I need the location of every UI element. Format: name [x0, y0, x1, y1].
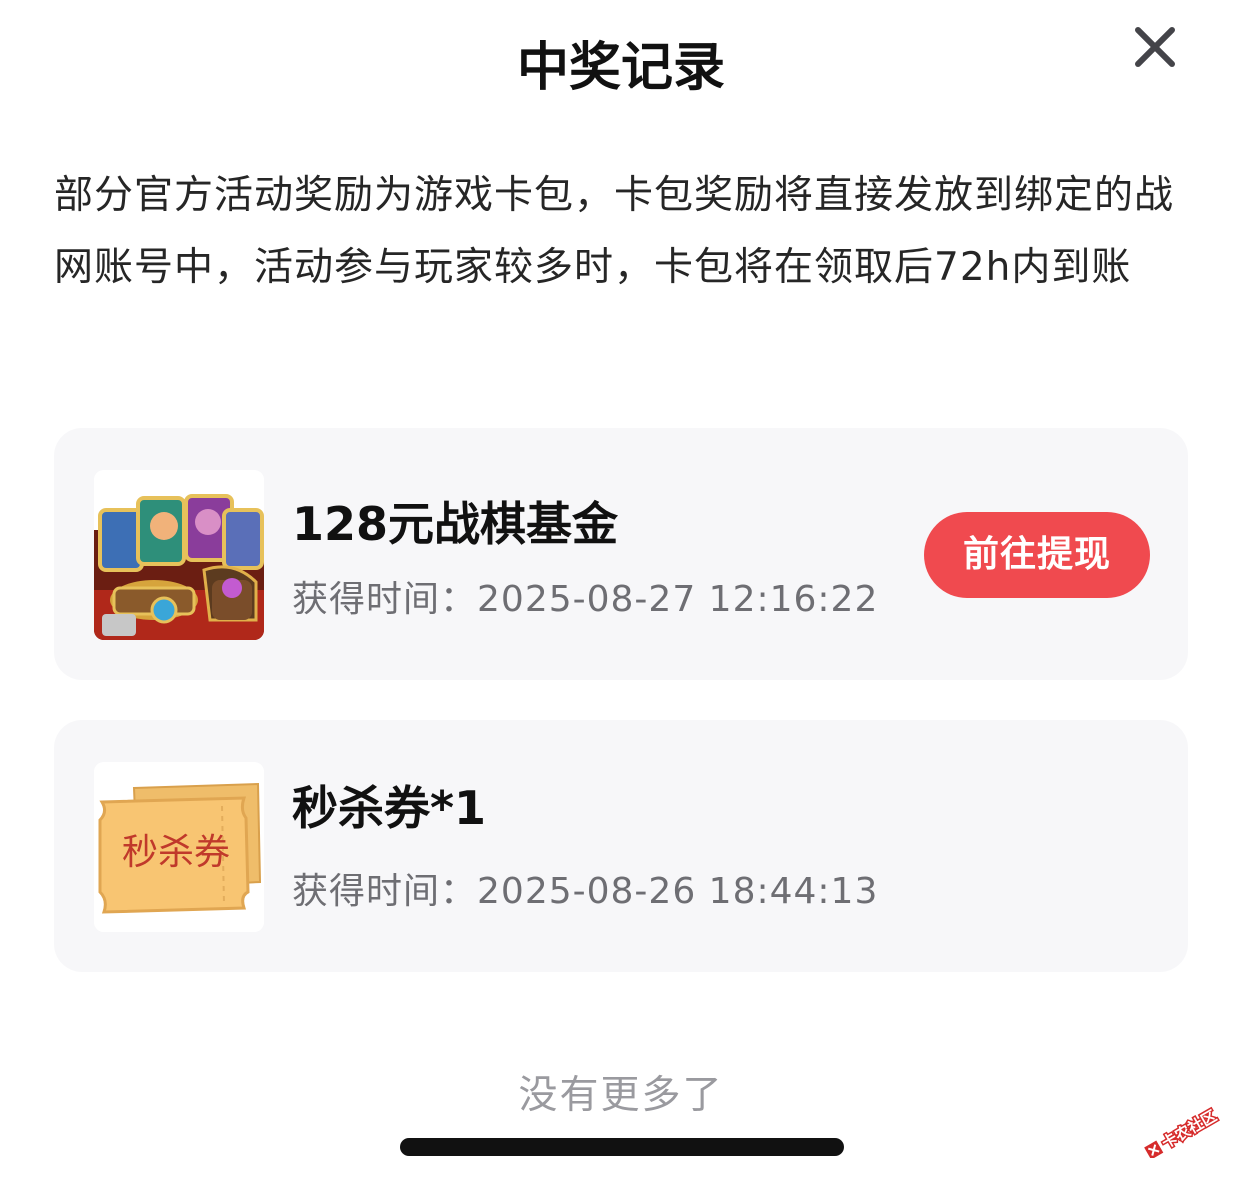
close-button[interactable]	[1126, 18, 1184, 76]
prize-title: 128元战棋基金	[292, 497, 619, 551]
coupon-ticket-text: 秒杀券	[122, 832, 230, 873]
watermark-logo: 卡农社区	[1136, 1098, 1236, 1160]
game-card-pack-image	[94, 470, 264, 640]
prize-record-card: 128元战棋基金 获得时间：2025-08-27 12:16:22 前往提现	[54, 428, 1188, 680]
close-icon	[1135, 27, 1175, 67]
prize-time: 获得时间：2025-08-26 18:44:13	[292, 868, 878, 916]
prize-time: 获得时间：2025-08-27 12:16:22	[292, 576, 878, 624]
prize-time-label: 获得时间：	[292, 871, 478, 912]
prize-record-card: 秒杀券 秒杀券*1 获得时间：2025-08-26 18:44:13	[54, 720, 1188, 972]
prize-time-value: 2025-08-26 18:44:13	[477, 871, 879, 912]
prize-time-value: 2025-08-27 12:16:22	[477, 579, 879, 620]
home-indicator[interactable]	[400, 1138, 844, 1156]
prize-title: 秒杀券*1	[292, 781, 487, 835]
withdraw-button[interactable]: 前往提现	[924, 512, 1150, 598]
watermark-text: 卡农社区	[1159, 1107, 1220, 1153]
coupon-ticket-image: 秒杀券	[94, 762, 264, 932]
page-title: 中奖记录	[516, 38, 725, 98]
prize-time-label: 获得时间：	[292, 579, 478, 620]
reward-notice-text: 部分官方活动奖励为游戏卡包，卡包奖励将直接发放到绑定的战网账号中，活动参与玩家较…	[54, 173, 1175, 290]
no-more-text: 没有更多了	[518, 1073, 724, 1118]
